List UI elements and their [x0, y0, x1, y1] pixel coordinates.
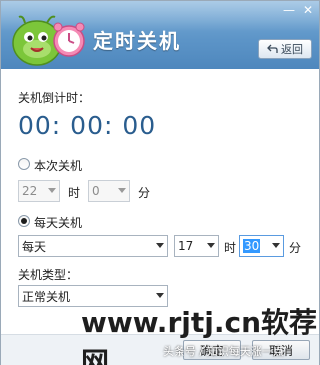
daily-minute-unit: 分: [289, 241, 302, 255]
title-bar: 定时关机 — ✕ 返回: [1, 1, 319, 69]
chevron-down-icon: [156, 243, 164, 248]
credit-watermark: 头条号 / 知识每天涨一点: [163, 345, 284, 358]
minimize-button[interactable]: —: [283, 3, 295, 17]
mascot-alarm-clock-icon: [12, 15, 85, 66]
daily-minute-value: 30: [243, 239, 261, 253]
chevron-down-icon: [118, 188, 126, 193]
countdown-label: 关机倒计时：: [18, 91, 91, 105]
daily-hour-unit: 时: [224, 241, 237, 255]
daily-shutdown-label: 每天关机: [34, 216, 83, 230]
shutdown-timer-window: 定时关机 — ✕ 返回 关机倒计时： 00: 00: 00 本次关机 22 时 …: [0, 0, 320, 365]
chevron-down-icon: [156, 293, 164, 298]
shutdown-type-value: 正常关机: [22, 289, 71, 304]
once-shutdown-radio[interactable]: [18, 158, 30, 170]
once-minute-value: 0: [92, 184, 100, 198]
chevron-down-icon: [207, 243, 215, 248]
chevron-down-icon: [272, 243, 280, 248]
once-minute-unit: 分: [138, 186, 151, 200]
daily-hour-value: 17: [178, 239, 194, 253]
back-button-label: 返回: [281, 43, 303, 56]
back-arrow-icon: [267, 44, 278, 53]
daily-shutdown-radio[interactable]: [18, 215, 30, 227]
back-button[interactable]: 返回: [258, 39, 312, 59]
daily-minute-select[interactable]: 30: [239, 235, 284, 257]
countdown-display: 00: 00: 00: [18, 111, 157, 140]
daily-hour-select[interactable]: 17: [174, 235, 219, 257]
close-button[interactable]: ✕: [303, 3, 313, 17]
window-title: 定时关机: [93, 29, 181, 53]
once-shutdown-label: 本次关机: [34, 159, 83, 173]
frequency-value: 每天: [22, 239, 47, 254]
once-minute-select[interactable]: 0: [88, 180, 130, 202]
shutdown-type-label: 关机类型：: [18, 268, 79, 282]
once-hour-unit: 时: [68, 186, 81, 200]
window-controls: — ✕: [283, 3, 313, 17]
once-hour-select[interactable]: 22: [18, 180, 60, 202]
frequency-select[interactable]: 每天: [18, 235, 168, 257]
once-hour-value: 22: [22, 184, 38, 198]
chevron-down-icon: [48, 188, 56, 193]
